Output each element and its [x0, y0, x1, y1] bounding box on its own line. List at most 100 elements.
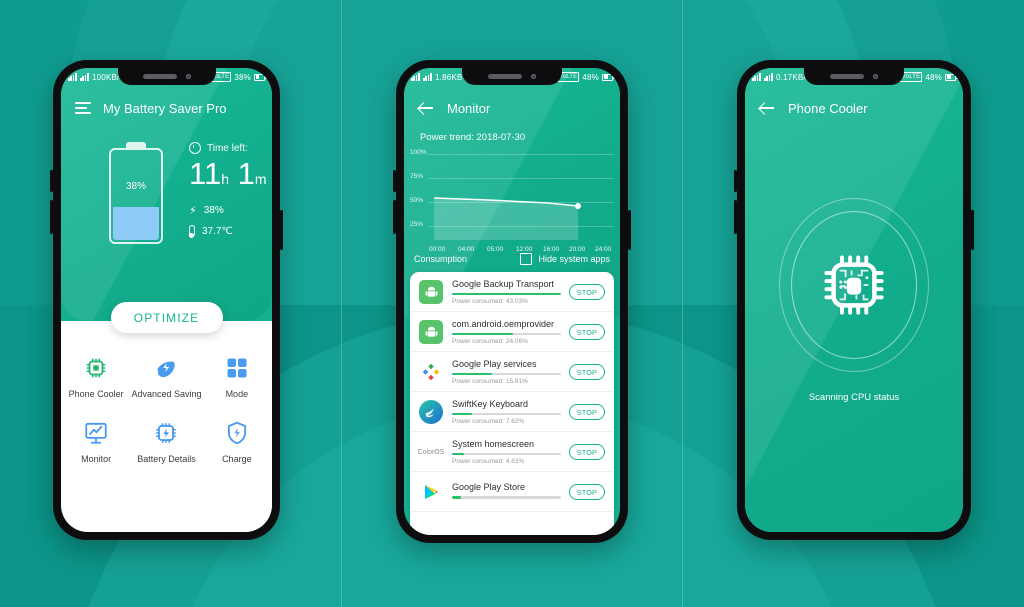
- charge-level-row: ⚡ 38%: [189, 205, 267, 216]
- table-row[interactable]: com.android.oemprovider Power consumed: …: [410, 312, 614, 352]
- scan-ring-outer: [779, 198, 929, 372]
- front-camera-icon: [531, 74, 536, 79]
- consumption-bar: Consumption Hide system apps: [404, 248, 620, 270]
- scan-ring-inner: [791, 211, 917, 359]
- consumption-label: Consumption: [414, 254, 468, 264]
- side-button-volume-up[interactable]: [393, 170, 396, 192]
- power-trend-label: Power trend:: [420, 132, 474, 143]
- power-trend-date: 2018-07-30: [476, 132, 526, 143]
- tool-advanced-saving[interactable]: Advanced Saving: [131, 354, 202, 399]
- tool-label: Mode: [225, 389, 249, 399]
- battery-graphic: 38%: [109, 148, 163, 244]
- notch: [462, 68, 562, 85]
- tool-label: Charge: [222, 454, 252, 464]
- time-left-minutes: 1: [237, 156, 255, 191]
- network-speed-label: 0.17KB/: [776, 72, 806, 82]
- chart-marker: [575, 203, 581, 209]
- power-bar: [452, 372, 561, 376]
- page-title: Monitor: [447, 100, 491, 116]
- app-name: Google Play Store: [452, 482, 526, 493]
- power-plug-icon: [152, 354, 180, 382]
- time-left-value: 11h 1m: [189, 157, 267, 196]
- tool-charge[interactable]: Charge: [202, 419, 272, 464]
- power-trend-chart: 100% 75% 50% 25% 00:00 04:00 05:00 12:00…: [404, 148, 620, 308]
- chart-ytick: 100%: [410, 149, 427, 156]
- power-trend-heading: Power trend: 2018-07-30: [420, 132, 525, 143]
- app-name: com.android.oemprovider: [452, 318, 555, 329]
- phone-cooler: 0.17KB/ VoLTE 48% Phone Cooler Scanning …: [734, 60, 974, 540]
- scan-status-text: Scanning CPU status: [808, 392, 900, 403]
- google-play-services-icon: [419, 360, 443, 384]
- power-consumed-label: Power consumed: 4.63%: [452, 458, 525, 466]
- side-button-volume-up[interactable]: [50, 170, 53, 192]
- back-arrow-icon[interactable]: [759, 100, 775, 116]
- tool-label: Battery Details: [137, 454, 196, 464]
- side-button-volume-up[interactable]: [734, 170, 737, 192]
- back-arrow-icon[interactable]: [418, 100, 434, 116]
- tool-label: Advanced Saving: [131, 389, 202, 399]
- time-left-hours: 11: [189, 156, 222, 191]
- earpiece-speaker: [142, 74, 177, 79]
- table-row[interactable]: SwiftKey Keyboard Power consumed: 7.62% …: [410, 392, 614, 432]
- table-row[interactable]: Google Play Store STOP: [410, 472, 614, 512]
- time-left-hours-unit: h: [221, 171, 229, 187]
- tool-phone-cooler[interactable]: Phone Cooler: [61, 354, 131, 399]
- bolt-icon: ⚡: [189, 204, 197, 217]
- tool-monitor[interactable]: Monitor: [61, 419, 131, 464]
- front-camera-icon: [185, 74, 191, 79]
- app-bar: Monitor: [404, 91, 620, 125]
- signal-icon-2: [764, 73, 773, 81]
- phone-battery-saver: 100KB/ VoLTE 38% My Battery Saver Pro 38…: [50, 60, 283, 540]
- battery-percent-label: 38%: [234, 72, 251, 82]
- power-bar: [452, 332, 561, 336]
- app-name: System homescreen: [452, 438, 535, 449]
- tool-battery-details[interactable]: Battery Details: [131, 419, 201, 464]
- signal-icon: [68, 73, 77, 81]
- battery-icon: [254, 73, 267, 81]
- coloros-icon: ColorOS: [417, 448, 445, 456]
- stop-button[interactable]: STOP: [568, 484, 605, 500]
- hamburger-icon[interactable]: [75, 102, 91, 114]
- chart-plot: [433, 197, 579, 240]
- app-bar: Phone Cooler: [745, 91, 963, 125]
- battery-icon: [602, 73, 615, 81]
- side-button-volume-down[interactable]: [393, 200, 396, 234]
- app-bar: My Battery Saver Pro: [61, 91, 272, 125]
- checkbox-icon[interactable]: [520, 253, 533, 265]
- temperature-row: 37.7℃: [188, 225, 267, 238]
- app-consumption-list[interactable]: Google Backup Transport Power consumed: …: [410, 272, 614, 535]
- stop-button[interactable]: STOP: [568, 404, 605, 420]
- stop-button[interactable]: STOP: [568, 324, 605, 340]
- side-button-volume-down[interactable]: [50, 200, 53, 234]
- side-button-power[interactable]: [971, 210, 974, 250]
- battery-summary: 38% Time left: 11h 1m ⚡ 38% 37.7℃: [61, 136, 272, 276]
- side-button-power[interactable]: [628, 210, 631, 250]
- thermometer-icon: [188, 225, 195, 238]
- notch: [804, 68, 904, 85]
- tool-label: Phone Cooler: [68, 389, 124, 399]
- stop-button[interactable]: STOP: [568, 364, 605, 380]
- table-row[interactable]: ColorOS System homescreen Power consumed…: [410, 432, 614, 472]
- grid-squares-icon: [223, 354, 251, 382]
- hide-system-apps-toggle[interactable]: Hide system apps: [520, 253, 610, 265]
- side-button-power[interactable]: [280, 210, 283, 250]
- cpu-chip-icon: [82, 354, 110, 382]
- time-left-row: Time left:: [189, 142, 267, 154]
- signal-icon-2: [423, 73, 432, 81]
- power-consumed-label: Power consumed: 15.81%: [452, 378, 528, 386]
- hide-system-apps-label: Hide system apps: [538, 254, 610, 264]
- charge-level-value: 38%: [203, 205, 224, 216]
- tool-mode[interactable]: Mode: [202, 354, 272, 399]
- network-speed-label: 1.86KB: [435, 72, 463, 82]
- power-bar: [452, 452, 561, 456]
- panel-divider-left: [341, 0, 342, 607]
- stop-button[interactable]: STOP: [568, 444, 605, 460]
- optimize-button[interactable]: OPTIMIZE: [110, 302, 223, 333]
- signal-icon: [411, 73, 420, 81]
- table-row[interactable]: Google Play services Power consumed: 15.…: [410, 352, 614, 392]
- chart-ytick: 75%: [410, 173, 424, 180]
- temperature-value: 37.7℃: [202, 225, 233, 237]
- side-button-volume-down[interactable]: [734, 200, 737, 234]
- cpu-scan-section: Scanning CPU status: [745, 198, 963, 403]
- chart-board-icon: [82, 419, 110, 447]
